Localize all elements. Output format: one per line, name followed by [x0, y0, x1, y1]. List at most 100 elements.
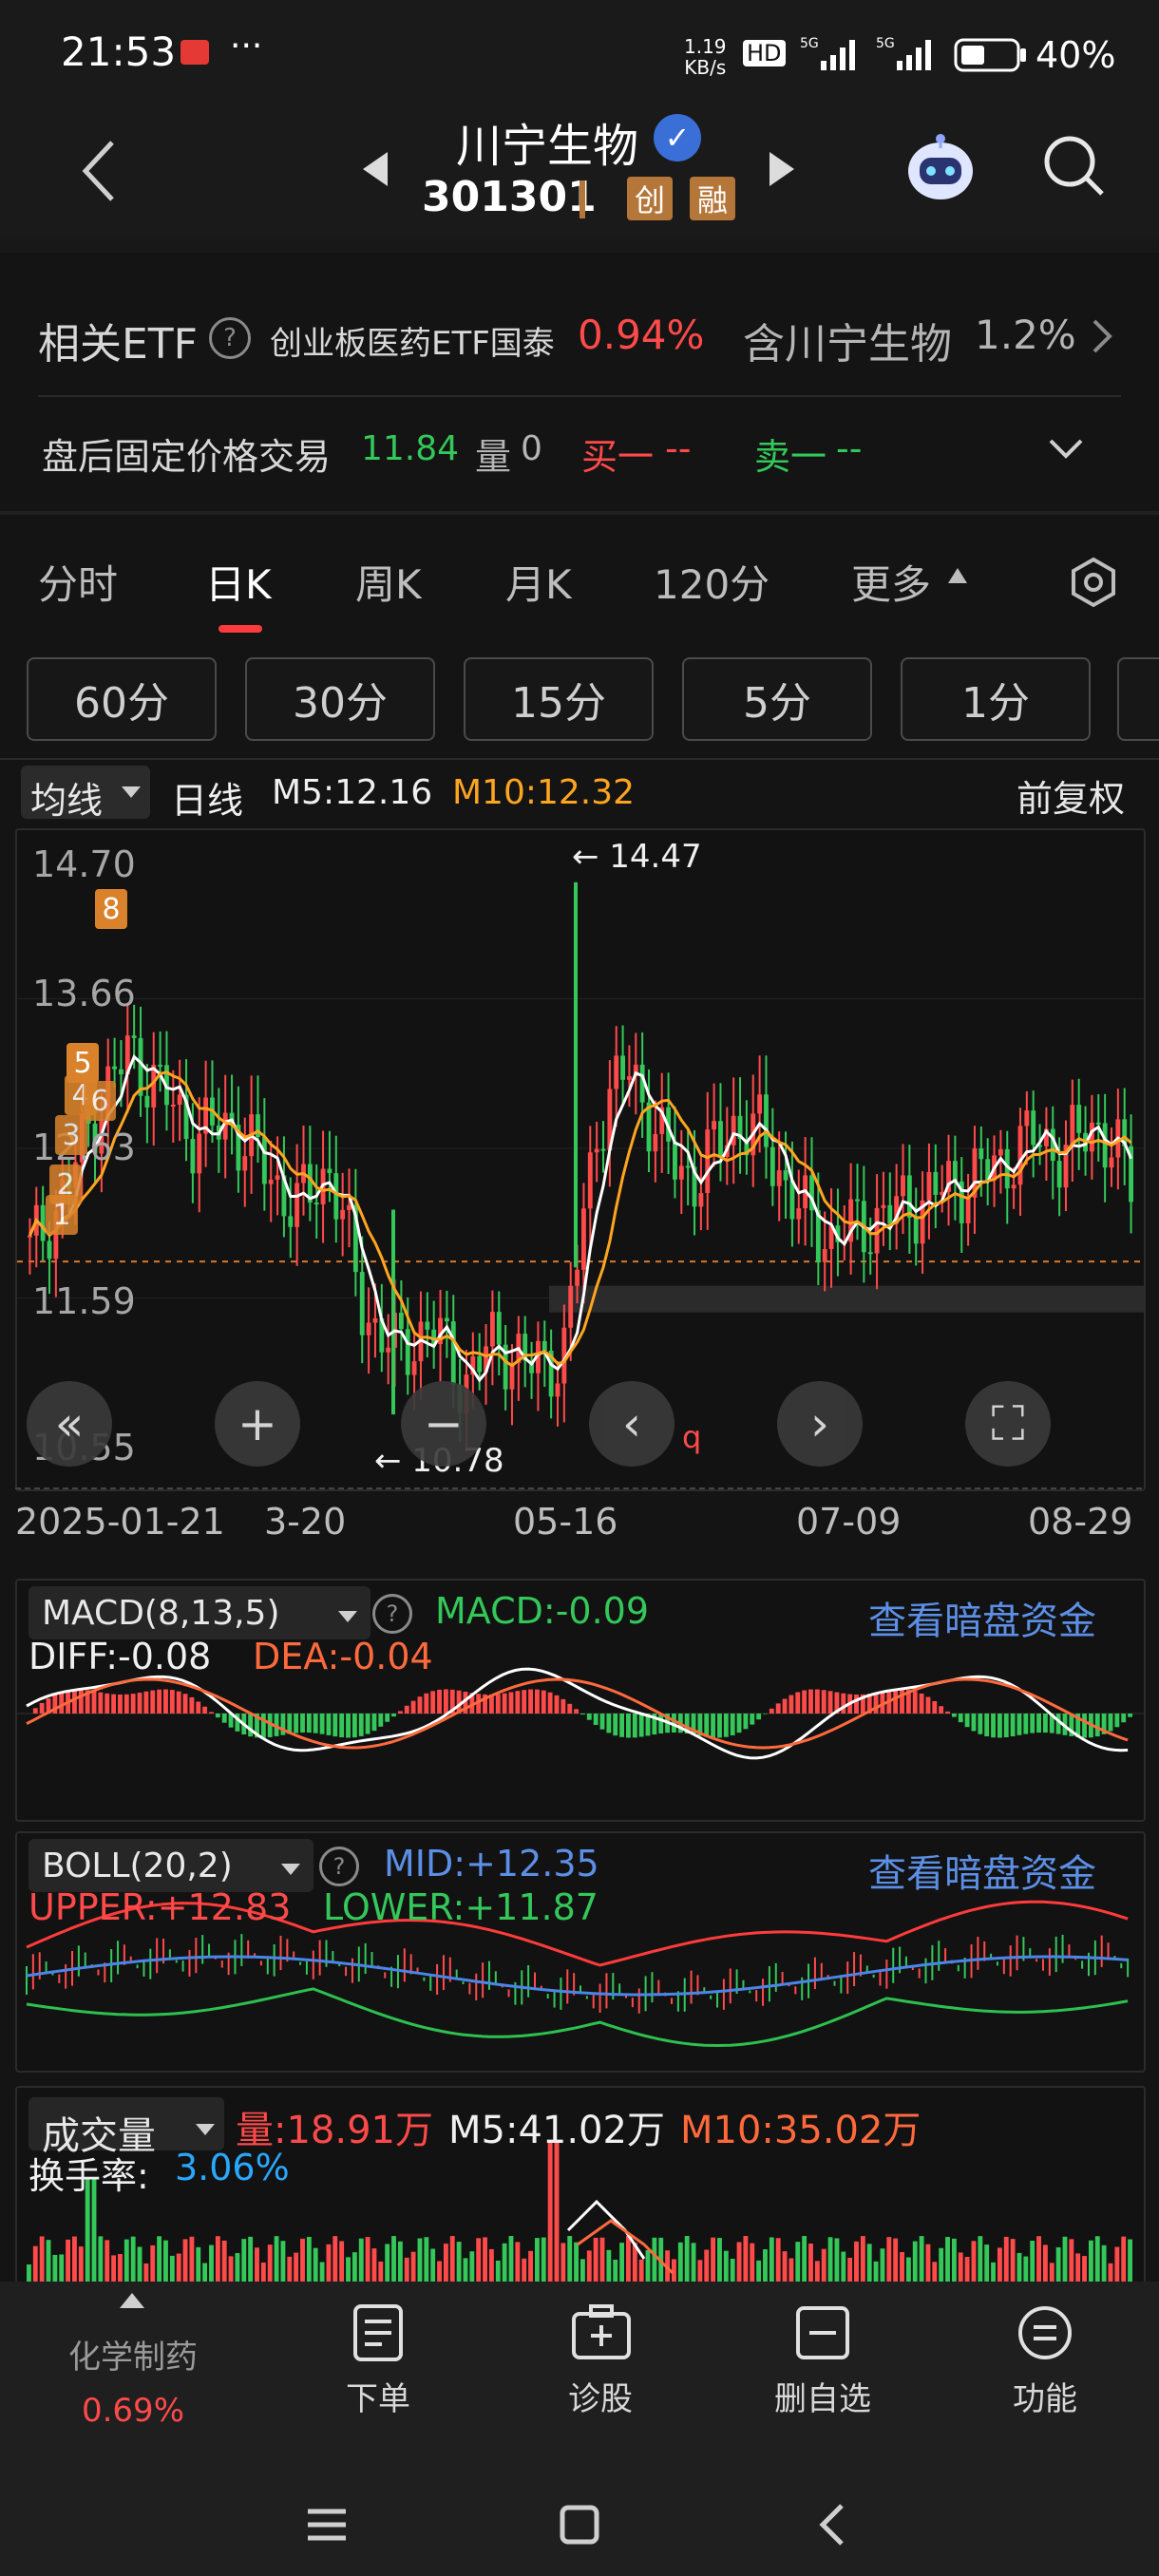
- volume-bar: [704, 2249, 710, 2283]
- search-icon[interactable]: [1041, 133, 1108, 199]
- macd-bar: [319, 1714, 325, 1734]
- volume-bar: [78, 2246, 84, 2283]
- candle-body: [366, 1322, 371, 1335]
- volume-bar: [371, 2248, 377, 2283]
- boll-selector[interactable]: BOLL(20,2): [28, 1839, 314, 1892]
- title-bar: 川宁生物 ✓ 301301 创 融: [0, 114, 1159, 237]
- prev-stock-icon[interactable]: [361, 150, 390, 188]
- date-label: 07-09: [796, 1501, 902, 1543]
- volume-bar: [98, 2236, 104, 2283]
- subtab-15min[interactable]: 15分: [464, 657, 654, 741]
- help-icon[interactable]: ?: [319, 1847, 359, 1886]
- next-stock-icon[interactable]: [768, 150, 796, 188]
- ma-period: 日线: [171, 780, 244, 822]
- event-marker[interactable]: 3: [55, 1115, 87, 1155]
- candle-body: [1056, 1161, 1062, 1188]
- macd-selector[interactable]: MACD(8,13,5): [28, 1586, 370, 1639]
- macd-bar: [978, 1714, 983, 1734]
- volume-bar: [945, 2237, 950, 2283]
- macd-bar: [339, 1714, 345, 1738]
- view-dark-pool-link[interactable]: 查看暗盘资金: [868, 1843, 1096, 1898]
- volume-bar: [827, 2237, 833, 2283]
- chevron-right-icon[interactable]: [1091, 317, 1113, 355]
- kline-chart[interactable]: 14.70 13.66 12.63 11.59 10.55 ← 14.47 ← …: [15, 828, 1146, 1491]
- dea-value: DEA:-0.04: [253, 1636, 433, 1677]
- order-icon[interactable]: [352, 2302, 405, 2363]
- subtab-60min[interactable]: 60分: [27, 657, 217, 741]
- volume-bar: [860, 2236, 865, 2283]
- function-button[interactable]: 功能: [950, 2373, 1140, 2419]
- candle-body: [170, 1105, 176, 1108]
- macd-bar: [189, 1696, 195, 1714]
- help-icon[interactable]: ?: [372, 1594, 412, 1634]
- tab-monthly-k[interactable]: 月K: [505, 553, 572, 611]
- macd-panel[interactable]: MACD(8,13,5) ? MACD:-0.09 查看暗盘资金 DIFF:-0…: [15, 1579, 1146, 1822]
- function-icon[interactable]: [1016, 2304, 1074, 2361]
- candle-body: [952, 1161, 958, 1182]
- diagnose-icon[interactable]: [570, 2304, 633, 2361]
- volume-bar: [971, 2241, 977, 2283]
- diagnose-button[interactable]: 诊股: [505, 2373, 695, 2419]
- subtab-more[interactable]: [1117, 657, 1159, 741]
- candle-body: [901, 1175, 905, 1197]
- candle-body: [1070, 1105, 1075, 1146]
- chevron-down-icon[interactable]: [1047, 437, 1085, 462]
- volume-selector[interactable]: 成交量: [28, 2097, 224, 2158]
- event-marker[interactable]: 1: [46, 1195, 78, 1235]
- subtab-30min[interactable]: 30分: [245, 657, 435, 741]
- volume-m10: M10:35.02万: [680, 2109, 922, 2152]
- tab-intraday[interactable]: 分时: [38, 553, 118, 611]
- boll-panel[interactable]: BOLL(20,2) ? MID:+12.35 查看暗盘资金 UPPER:+12…: [15, 1831, 1146, 2073]
- help-icon[interactable]: ?: [209, 317, 251, 359]
- period-tabs: 分时 日K 周K 月K 120分 更多: [0, 541, 1159, 636]
- divider: [38, 395, 1121, 397]
- tab-120min[interactable]: 120分: [654, 553, 770, 611]
- volume-bar: [723, 2250, 729, 2283]
- zoom-out-icon[interactable]: −: [401, 1381, 486, 1467]
- robot-assistant-icon[interactable]: [902, 129, 978, 205]
- volume-bar: [854, 2241, 859, 2283]
- rewind-icon[interactable]: «: [27, 1381, 112, 1467]
- remove-watchlist-icon[interactable]: [794, 2304, 851, 2361]
- settings-icon[interactable]: [1068, 557, 1119, 608]
- candle-body: [131, 1035, 137, 1038]
- tab-more[interactable]: 更多: [851, 553, 931, 611]
- system-menu-icon[interactable]: [306, 2506, 348, 2544]
- ma-selector[interactable]: 均线: [21, 766, 150, 822]
- etf-row[interactable]: 相关ETF ? 创业板医药ETF国泰 0.94% 含川宁生物 1.2%: [0, 285, 1159, 389]
- tab-weekly-k[interactable]: 周K: [355, 553, 422, 611]
- scroll-right-icon[interactable]: ›: [777, 1381, 863, 1467]
- macd-bar: [619, 1714, 625, 1737]
- diff-value: DIFF:-0.08: [28, 1636, 212, 1677]
- tab-daily-k[interactable]: 日K: [205, 553, 272, 611]
- candle-body: [496, 1312, 502, 1345]
- macd-bar: [313, 1714, 318, 1733]
- volume-bar: [248, 2236, 254, 2283]
- candle-body: [998, 1148, 1003, 1156]
- zoom-in-icon[interactable]: +: [215, 1381, 300, 1467]
- fullscreen-icon[interactable]: ⛶: [965, 1381, 1051, 1467]
- event-marker[interactable]: 8: [95, 889, 127, 929]
- divider: [0, 758, 1159, 760]
- volume-bar: [964, 2257, 970, 2283]
- subtab-5min[interactable]: 5分: [682, 657, 872, 741]
- adjust-mode[interactable]: 前复权: [1016, 769, 1125, 822]
- candle-body: [489, 1312, 495, 1347]
- etf-label: 相关ETF: [38, 320, 198, 369]
- system-home-icon[interactable]: [559, 2504, 600, 2546]
- order-button[interactable]: 下单: [283, 2373, 473, 2419]
- macd-bar: [1121, 1714, 1127, 1723]
- view-dark-pool-link[interactable]: 查看暗盘资金: [868, 1590, 1096, 1645]
- scroll-left-icon[interactable]: ‹: [589, 1381, 674, 1467]
- candle-body: [718, 1121, 723, 1158]
- sector-name[interactable]: 化学制药: [38, 2331, 228, 2377]
- event-marker[interactable]: 6: [84, 1081, 116, 1121]
- subtab-1min[interactable]: 1分: [901, 657, 1091, 741]
- after-hours-row[interactable]: 盘后固定价格交易 11.84 量 0 买一 -- 卖一 --: [0, 408, 1159, 494]
- system-back-icon[interactable]: [817, 2502, 846, 2548]
- volume-panel[interactable]: 成交量 量:18.91万 M5:41.02万 M10:35.02万 换手率: 3…: [15, 2086, 1146, 2283]
- boll-mid: MID:+12.35: [384, 1843, 599, 1885]
- remove-watchlist-button[interactable]: 删自选: [728, 2373, 918, 2419]
- back-icon[interactable]: [76, 133, 124, 209]
- turnover-label: 换手率:: [28, 2155, 149, 2197]
